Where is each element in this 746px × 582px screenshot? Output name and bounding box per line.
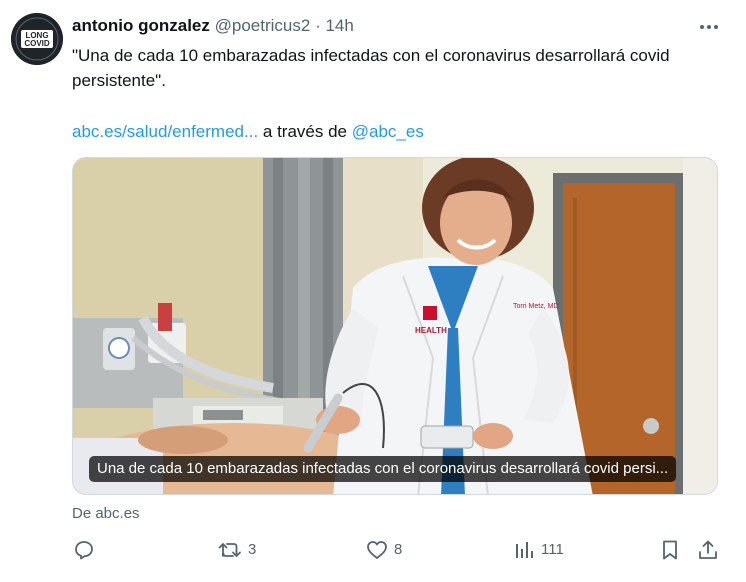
- like-button[interactable]: 8: [365, 537, 402, 563]
- share-icon: [699, 540, 717, 559]
- avatar[interactable]: LONG COVID: [11, 13, 63, 65]
- author-name[interactable]: antonio gonzalez: [72, 16, 210, 35]
- coat-badge-text: Torri Metz, MD: [513, 303, 559, 310]
- link-card[interactable]: HEALTH Torri Metz, MD Una de cada 10 emb…: [72, 157, 718, 495]
- tweet-text: "Una de cada 10 embarazadas infectadas c…: [72, 46, 670, 90]
- share-button[interactable]: [696, 537, 720, 563]
- author-handle[interactable]: @poetricus2: [215, 16, 311, 35]
- views-button[interactable]: 111: [512, 537, 564, 563]
- card-source[interactable]: De abc.es: [72, 504, 140, 524]
- avatar-line-2: COVID: [24, 39, 50, 48]
- long-covid-logo: LONG COVID: [11, 13, 63, 65]
- tweet-header: antonio gonzalez @poetricus2 · 14h: [72, 16, 354, 36]
- card-caption: Una de cada 10 embarazadas infectadas co…: [89, 456, 677, 482]
- reply-button[interactable]: [72, 537, 101, 563]
- tweet-link-line: abc.es/salud/enfermed... a través de @ab…: [72, 119, 424, 144]
- like-count: 8: [394, 541, 403, 558]
- bookmark-icon: [663, 540, 677, 560]
- reply-icon: [75, 541, 93, 560]
- tweet-time[interactable]: 14h: [325, 16, 353, 35]
- via-text: a través de: [262, 122, 348, 141]
- bookmark-button[interactable]: [658, 537, 682, 563]
- heart-icon: [367, 541, 387, 559]
- views-count: 111: [541, 541, 564, 558]
- article-image: HEALTH Torri Metz, MD: [73, 158, 717, 494]
- retweet-button[interactable]: 3: [217, 537, 256, 563]
- article-link[interactable]: abc.es/salud/enfermed...: [72, 122, 258, 141]
- views-chart-icon: [516, 542, 533, 558]
- more-options-icon[interactable]: [697, 17, 721, 37]
- via-handle-link[interactable]: @abc_es: [352, 122, 424, 141]
- retweet-count: 3: [248, 541, 257, 558]
- coat-logo-text: HEALTH: [415, 326, 447, 335]
- retweet-icon: [218, 543, 241, 557]
- separator: ·: [315, 16, 321, 35]
